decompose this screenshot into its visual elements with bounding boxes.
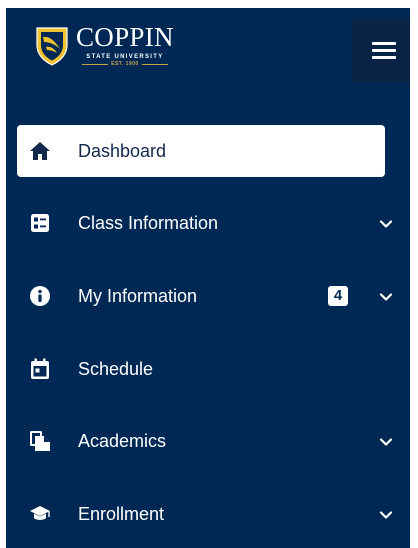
divider	[141, 64, 168, 65]
shield-icon	[34, 25, 70, 67]
calendar-icon	[29, 358, 51, 380]
chevron-down-icon[interactable]	[379, 290, 393, 302]
sidebar-item-label: Enrollment	[78, 504, 165, 524]
brand-established-row: EST. 1900	[79, 62, 171, 67]
sidebar-item-label: Class Information	[78, 213, 219, 233]
sidebar: COPPIN STATE UNIVERSITY EST. 1900 Dashbo…	[6, 8, 410, 548]
graduation-cap-icon	[29, 503, 51, 525]
sidebar-item-class-information[interactable]: Class Information	[17, 197, 393, 249]
notification-badge: 4	[328, 286, 348, 306]
brand-established: EST. 1900	[111, 61, 139, 67]
sidebar-item-my-information[interactable]: My Information 4	[17, 270, 393, 322]
brand-subtitle: STATE UNIVERSITY	[86, 54, 164, 60]
chevron-down-icon[interactable]	[379, 217, 393, 229]
sidebar-item-dashboard[interactable]: Dashboard	[17, 125, 385, 177]
sidebar-item-academics[interactable]: Academics	[17, 415, 393, 467]
sidebar-item-label: Academics	[78, 431, 167, 451]
brand-name: COPPIN	[76, 22, 174, 52]
chevron-down-icon[interactable]	[379, 435, 393, 447]
coppin-logo[interactable]: COPPIN STATE UNIVERSITY EST. 1900	[34, 24, 174, 67]
documents-icon	[29, 430, 51, 452]
home-icon	[29, 140, 51, 162]
hamburger-menu-icon	[372, 38, 396, 63]
chevron-down-icon[interactable]	[379, 508, 393, 520]
menu-toggle-button[interactable]	[352, 18, 410, 82]
class-list-icon	[29, 212, 51, 234]
sidebar-item-schedule[interactable]: Schedule	[17, 343, 385, 395]
sidebar-item-label: Dashboard	[78, 141, 167, 161]
sidebar-item-enrollment[interactable]: Enrollment	[17, 488, 393, 540]
divider	[82, 64, 109, 65]
sidebar-item-label: Schedule	[78, 359, 154, 379]
wordmark: COPPIN STATE UNIVERSITY EST. 1900	[76, 24, 174, 67]
sidebar-item-label: My Information	[78, 286, 198, 306]
sidebar-header: COPPIN STATE UNIVERSITY EST. 1900	[6, 8, 410, 90]
info-icon	[29, 285, 51, 307]
